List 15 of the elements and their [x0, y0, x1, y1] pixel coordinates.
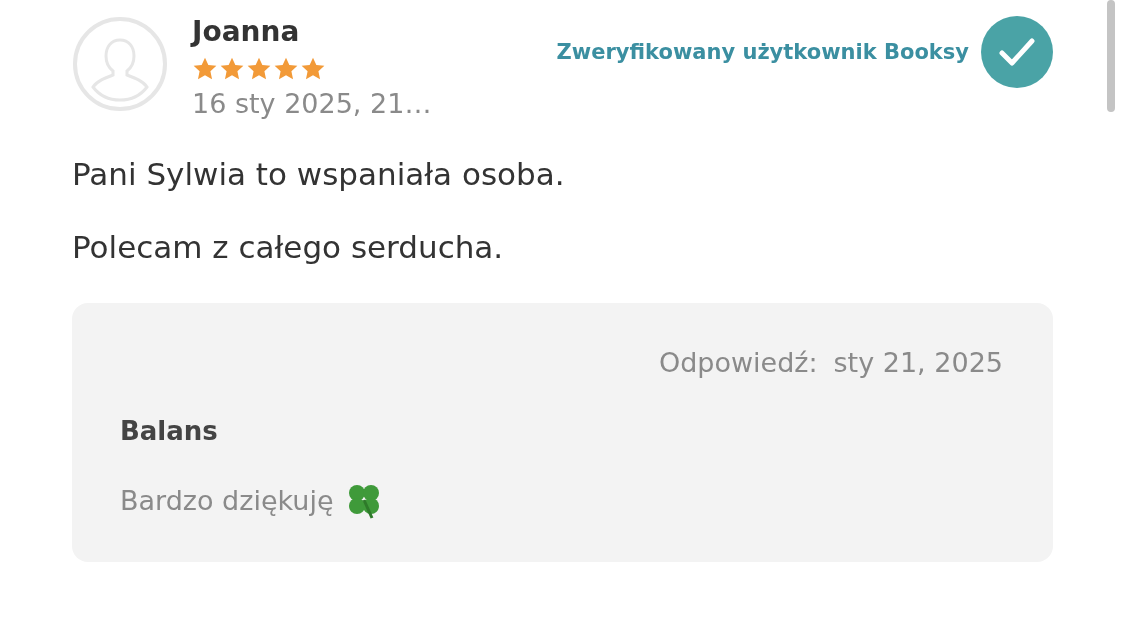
verified-label: Zweryfikowany użytkownik Booksy	[556, 40, 969, 64]
reply-text: Bardzo dziękuję	[120, 484, 334, 516]
review-date: 16 sty 2025, 21…	[192, 87, 432, 121]
reply-date: sty 21, 2025	[833, 347, 1003, 378]
avatar-icon	[72, 16, 168, 112]
star-icon	[246, 56, 272, 82]
star-icon	[273, 56, 299, 82]
author-name: Joanna	[192, 14, 301, 50]
review-text: Polecam z całego serducha.	[72, 228, 505, 267]
star-icon	[219, 56, 245, 82]
reply-author: Balans	[120, 416, 219, 446]
star-icon	[300, 56, 326, 82]
star-icon	[192, 56, 218, 82]
review-text: Pani Sylwia to wspaniała osoba.	[72, 155, 566, 194]
reply-label: Odpowiedź:	[658, 347, 818, 378]
